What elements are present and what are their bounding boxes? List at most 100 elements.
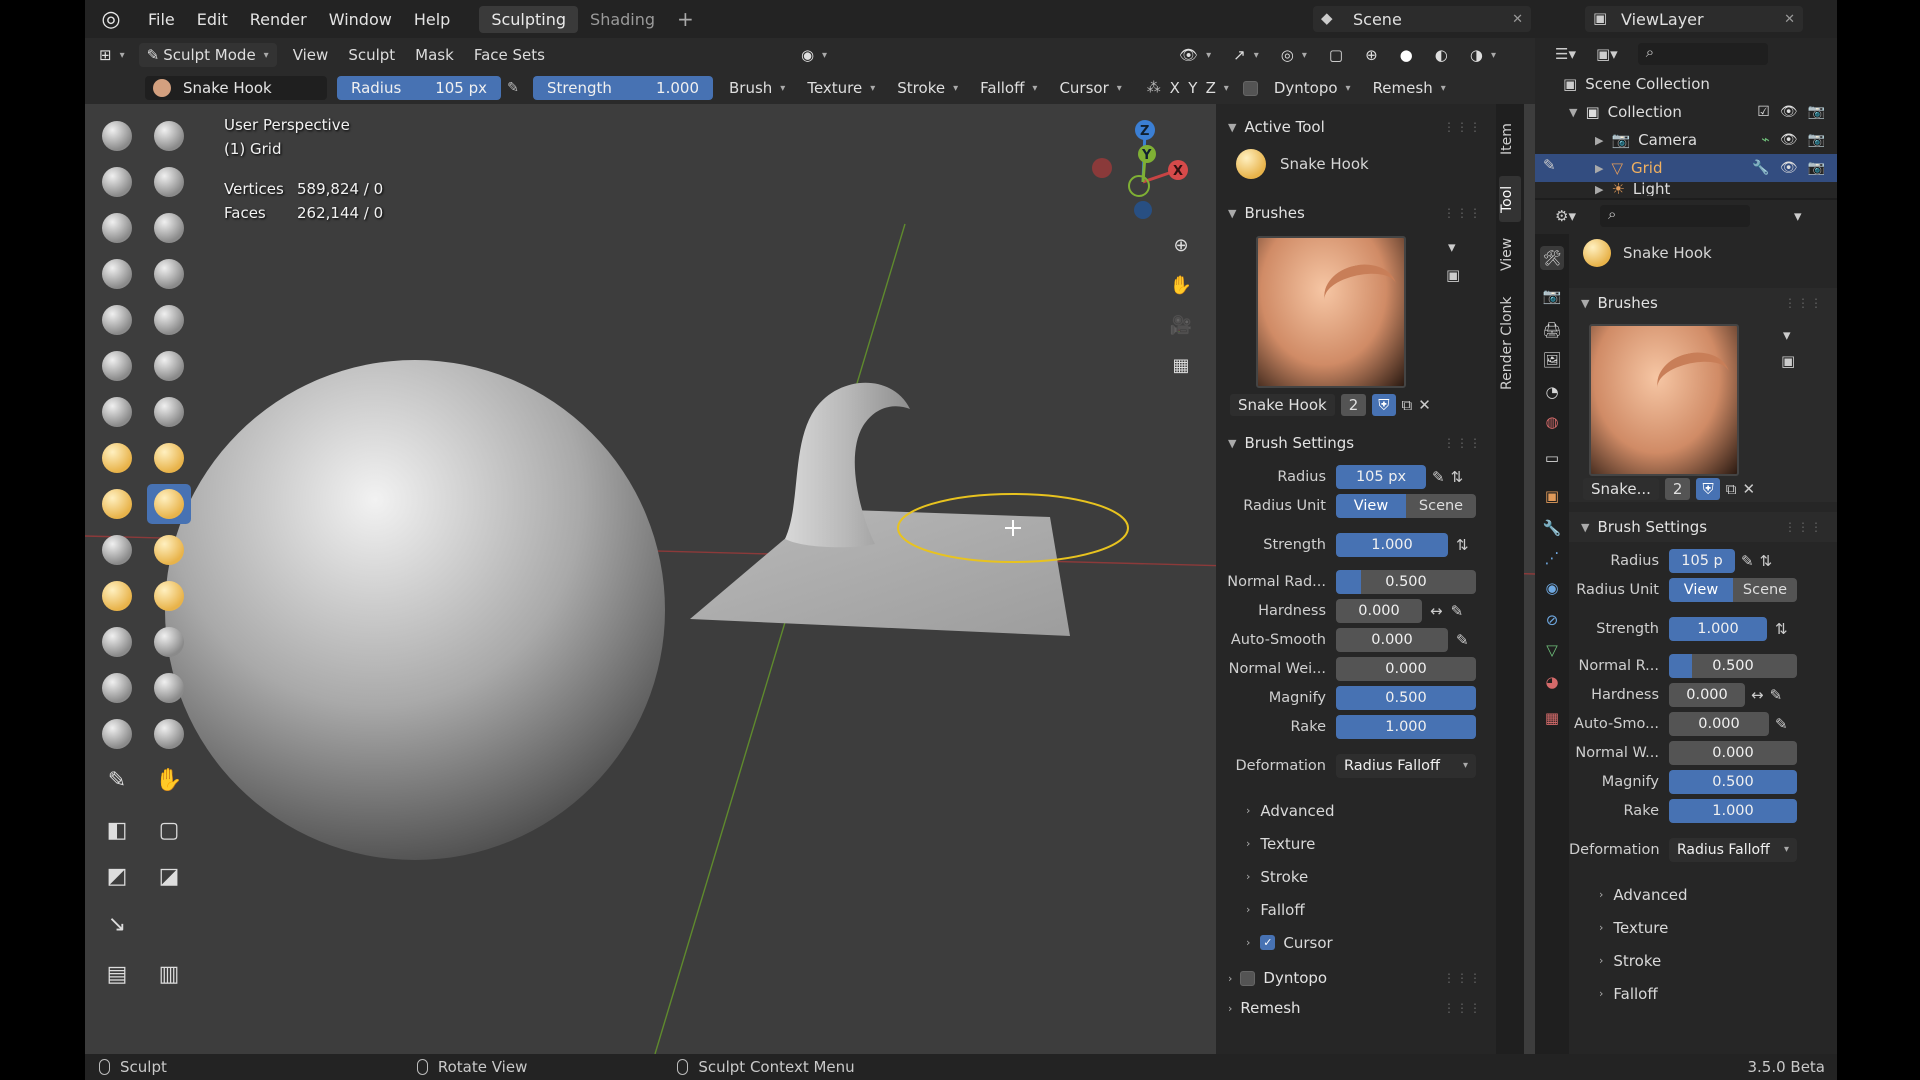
collapse-icon[interactable]: ▼ — [1569, 106, 1577, 119]
render-tab-icon[interactable]: 📷 — [1540, 284, 1564, 308]
rake-field[interactable]: 1.000 — [1336, 714, 1476, 739]
shading-rendered-icon[interactable]: ◑ ▾ — [1462, 43, 1504, 67]
advanced-subpanel[interactable]: › Advanced — [1216, 794, 1496, 827]
workspace-tab-sculpting[interactable]: Sculpting — [479, 5, 579, 33]
p-falloff-subpanel[interactable]: › Falloff — [1569, 977, 1837, 1010]
display-mode-icon[interactable]: ▣▾ — [1596, 45, 1618, 63]
outliner-item-grid[interactable]: ▶ ▽ Grid 🔧 👁 📷 — [1535, 154, 1837, 182]
render-camera-icon[interactable]: 📷 — [1808, 104, 1825, 120]
brush-list-chevron-icon[interactable]: ▾ — [1783, 326, 1791, 344]
tool-box-face-set-icon[interactable]: ◩ — [95, 856, 139, 896]
p-radius-field[interactable]: 105 p — [1669, 548, 1735, 573]
menu-mask[interactable]: Mask — [405, 46, 464, 64]
outliner-collection[interactable]: ▼ ▣ Collection ☑ 👁 📷 — [1535, 98, 1837, 126]
blender-logo-icon[interactable]: ◎ — [85, 7, 137, 32]
active-tool-row[interactable]: Snake Hook — [1216, 142, 1496, 186]
magnify-field[interactable]: 0.500 — [1336, 685, 1476, 710]
brush-name-field[interactable]: Snake Hook — [145, 76, 327, 100]
texture-tab-icon[interactable]: ▦ — [1540, 706, 1564, 730]
invert-icon[interactable]: ↔ — [1430, 602, 1443, 620]
tool-inflate-icon[interactable] — [95, 254, 139, 294]
exclude-checkbox-icon[interactable]: ☑ — [1757, 104, 1770, 120]
dyntopo-panel-checkbox[interactable] — [1240, 970, 1256, 986]
p-texture-subpanel[interactable]: › Texture — [1569, 911, 1837, 944]
remesh-menu[interactable]: Remesh ▾ — [1365, 76, 1454, 100]
p-radius-unit-scene[interactable]: Scene — [1733, 577, 1797, 602]
tool-snake-hook-icon[interactable] — [147, 484, 191, 524]
shading-material-icon[interactable]: ◐ — [1427, 43, 1456, 67]
view-layer-tab-icon[interactable]: 🖼 — [1540, 348, 1564, 372]
visibility-eye-icon[interactable]: 👁 — [1780, 160, 1798, 176]
unlink-brush-icon[interactable]: ✕ — [1742, 480, 1755, 498]
auto-smooth-field[interactable]: 0.000 — [1336, 627, 1448, 652]
outliner-item-light[interactable]: ▶ ☀ Light — [1535, 182, 1837, 196]
symmetry-x-toggle[interactable]: X — [1166, 79, 1184, 97]
shading-solid-icon[interactable]: ● — [1392, 43, 1421, 67]
p-advanced-subpanel[interactable]: › Advanced — [1569, 878, 1837, 911]
tool-clay-icon[interactable] — [95, 162, 139, 202]
p-rake-field[interactable]: 1.000 — [1669, 798, 1797, 823]
p-radius-unit-view[interactable]: View — [1669, 577, 1733, 602]
tool-paint-icon[interactable]: ✎ — [95, 760, 139, 800]
data-tab-icon[interactable]: ▽ — [1540, 638, 1564, 662]
brush-list-chevron-icon[interactable]: ▾ — [1448, 238, 1456, 256]
properties-search-icon[interactable]: ⌕ — [1599, 205, 1750, 227]
workspace-tab-shading[interactable]: Shading — [578, 6, 667, 33]
symmetry-y-toggle[interactable]: Y — [1184, 79, 1202, 97]
tool-cloth-filter-icon[interactable]: ▥ — [147, 954, 191, 994]
tool-scrape-icon[interactable] — [95, 392, 139, 432]
brush-thumbnail[interactable] — [1256, 236, 1406, 388]
tool-mesh-filter-icon[interactable]: ▤ — [95, 954, 139, 994]
properties-brush-thumbnail[interactable] — [1589, 324, 1739, 476]
hardness-field[interactable]: 0.000 — [1336, 598, 1422, 623]
tool-grab-icon[interactable] — [147, 438, 191, 478]
particles-tab-icon[interactable]: ⋰ — [1540, 546, 1564, 570]
p-auto-smooth-field[interactable]: 0.000 — [1669, 711, 1769, 736]
add-workspace-icon[interactable]: + — [667, 7, 704, 31]
p-deformation-dropdown[interactable]: Radius Falloff ▾ — [1669, 837, 1797, 862]
outliner-item-camera[interactable]: ▶ 📷 Camera ⌁ 👁 📷 — [1535, 126, 1837, 154]
brush-settings-panel-header[interactable]: ▼ Brush Settings ⋮⋮⋮ — [1216, 428, 1496, 458]
falloff-menu[interactable]: Falloff ▾ — [972, 76, 1045, 100]
scene-selector[interactable]: ◆ Scene ✕ — [1313, 6, 1531, 32]
transform-pivot-icon[interactable]: ◉ ▾ — [793, 43, 835, 67]
p-normal-radius-field[interactable]: 0.500 — [1669, 653, 1797, 678]
tool-crease-icon[interactable] — [95, 300, 139, 340]
pen-pressure-icon[interactable]: ✎ — [1432, 468, 1445, 486]
cursor-menu[interactable]: Cursor ▾ — [1051, 76, 1129, 100]
cursor-subpanel[interactable]: › ✓ Cursor — [1216, 926, 1496, 959]
grip-icon[interactable]: ⋮⋮⋮ — [1443, 120, 1482, 134]
dyntopo-checkbox[interactable] — [1242, 80, 1258, 96]
tool-layer-icon[interactable] — [147, 208, 191, 248]
unified-setting-icon[interactable]: ⇅ — [1451, 468, 1464, 486]
overlays-icon[interactable]: ◎ ▾ — [1273, 43, 1315, 67]
properties-brushes-header[interactable]: ▼ Brushes ⋮⋮⋮ — [1569, 288, 1837, 318]
constraints-tab-icon[interactable]: ⊘ — [1540, 608, 1564, 632]
tool-box-hide-icon[interactable]: ▢ — [147, 810, 191, 850]
dyntopo-panel-header[interactable]: › Dyntopo ⋮⋮⋮ — [1216, 963, 1496, 993]
p-stroke-subpanel[interactable]: › Stroke — [1569, 944, 1837, 977]
visibility-eye-icon[interactable]: 👁 — [1780, 132, 1798, 148]
mode-selector[interactable]: ✎ Sculpt Mode ▾ — [138, 43, 277, 67]
tool-smooth-icon[interactable] — [147, 300, 191, 340]
tool-draw-face-sets-icon[interactable] — [147, 714, 191, 754]
tool-rotate-icon[interactable] — [147, 576, 191, 616]
radius-slider[interactable]: Radius 105 px — [337, 76, 501, 100]
scene-tab-icon[interactable]: ◔ — [1540, 380, 1564, 404]
tab-render-clonk[interactable]: Render Clonk — [1499, 288, 1521, 398]
fake-user-shield-icon[interactable]: ⛨ — [1372, 394, 1396, 416]
unified-strength-icon[interactable]: ⇅ — [1456, 536, 1469, 554]
invert-icon[interactable]: ↔ — [1751, 686, 1764, 704]
visibility-eye-icon[interactable]: 👁 — [1780, 104, 1798, 120]
brush-image-icon[interactable]: ▣ — [1446, 266, 1460, 284]
render-camera-icon[interactable]: 📷 — [1808, 132, 1825, 148]
tool-multiplane-scrape-icon[interactable] — [147, 392, 191, 432]
tab-tool[interactable]: Tool — [1499, 176, 1521, 222]
outliner-search-icon[interactable]: ⌕ — [1637, 43, 1768, 65]
menu-face-sets[interactable]: Face Sets — [464, 46, 555, 64]
tool-mask-icon[interactable] — [95, 714, 139, 754]
view-layer-close-icon[interactable]: ✕ — [1784, 12, 1795, 27]
tool-draw-sharp-icon[interactable] — [147, 116, 191, 156]
outliner-scene-collection[interactable]: ▣ Scene Collection — [1535, 70, 1837, 98]
symmetry-z-toggle[interactable]: Z — [1202, 79, 1220, 97]
